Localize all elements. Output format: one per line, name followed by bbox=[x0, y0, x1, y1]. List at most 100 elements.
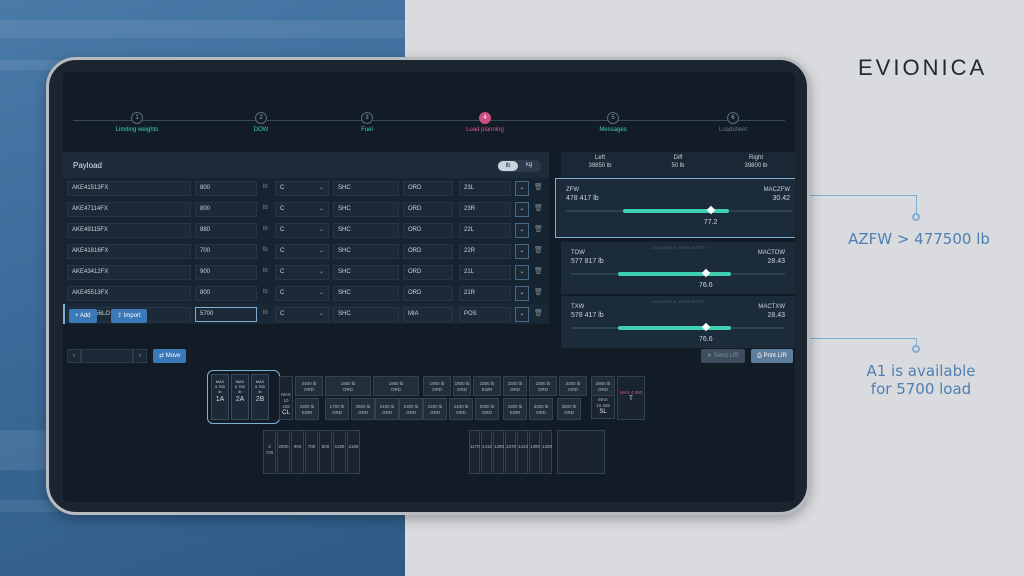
uld-slot[interactable]: 3500 lb ORD bbox=[557, 398, 581, 420]
send-lir-button[interactable]: ➤ Send LIR bbox=[701, 349, 745, 363]
trash-icon[interactable]: 🗑 bbox=[534, 246, 543, 254]
uld-slot[interactable]: 1800 lb ORD bbox=[453, 376, 471, 396]
uld-slot[interactable]: 2400 lb ORD bbox=[375, 398, 399, 420]
position-field[interactable]: 23R bbox=[459, 202, 511, 217]
lower-hold-slot[interactable]: 2 700 bbox=[263, 430, 276, 474]
uld-id-field[interactable]: AKE41816FX bbox=[67, 244, 191, 259]
ba-position[interactable]: MAX 5 760 lb 2A bbox=[231, 374, 249, 420]
uld-slot[interactable]: 2500 lb ORD bbox=[351, 398, 375, 420]
position-dropdown-button[interactable]: ⌄ bbox=[515, 307, 529, 322]
uld-slot[interactable]: 1900 lb ORD bbox=[423, 376, 451, 396]
uld-slot[interactable]: 2100 lb ORD bbox=[449, 398, 473, 420]
step-dow[interactable]: 2 DOW bbox=[221, 112, 301, 133]
step-fuel[interactable]: 3 Fuel bbox=[327, 112, 407, 133]
uld-slot[interactable]: 3300 lb EWR bbox=[503, 398, 527, 420]
shc-field[interactable]: SHC bbox=[333, 223, 399, 238]
position-dropdown-button[interactable]: ⌄ bbox=[515, 286, 529, 301]
uld-t[interactable]: MAX 4 000 T bbox=[617, 376, 645, 420]
lower-hold-slot[interactable]: 800 bbox=[319, 430, 332, 474]
ba-position[interactable]: MAX 5 760 lb 1A bbox=[211, 374, 229, 420]
position-input[interactable] bbox=[81, 349, 133, 363]
trash-icon[interactable]: 🗑 bbox=[534, 183, 543, 191]
class-select[interactable]: C ⌄ bbox=[275, 244, 329, 259]
destination-field[interactable]: ORD bbox=[403, 265, 453, 280]
destination-field[interactable]: ORD bbox=[403, 286, 453, 301]
uld-slot[interactable]: 3300 lb EWR bbox=[473, 376, 501, 396]
step-loadsheet[interactable]: 6 Loadsheet bbox=[693, 112, 773, 133]
uld-slot[interactable]: 3300 lb EWR bbox=[295, 398, 319, 420]
trash-icon[interactable]: 🗑 bbox=[534, 288, 543, 296]
destination-field[interactable]: MIA bbox=[403, 307, 453, 322]
uld-slot[interactable]: 1700 lb ORD bbox=[325, 398, 349, 420]
weight-field[interactable]: 700 bbox=[195, 244, 257, 259]
uld-slot[interactable]: 3300 lb ORD bbox=[529, 376, 557, 396]
lower-hold-slot[interactable]: 1170 bbox=[469, 430, 480, 474]
uld-slot[interactable]: 3300 lb ORD bbox=[559, 376, 587, 396]
class-select[interactable]: C ⌄ bbox=[275, 286, 329, 301]
position-field[interactable]: POS bbox=[459, 307, 511, 322]
position-field[interactable]: 21R bbox=[459, 286, 511, 301]
class-select[interactable]: C ⌄ bbox=[275, 181, 329, 196]
position-dropdown-button[interactable]: ⌄ bbox=[515, 265, 529, 280]
destination-field[interactable]: ORD bbox=[403, 181, 453, 196]
trash-icon[interactable]: 🗑 bbox=[534, 225, 543, 233]
lower-hold-slot[interactable]: 1330 bbox=[541, 430, 552, 474]
weight-field[interactable]: 800 bbox=[195, 286, 257, 301]
uld-slot[interactable]: 1900 lb ORD bbox=[373, 376, 419, 396]
unit-toggle[interactable]: lb kg bbox=[497, 160, 541, 172]
step-limiting-weights[interactable]: 1 Limiting weights bbox=[97, 112, 177, 133]
uld-slot[interactable]: 4400 lb ORD bbox=[295, 376, 323, 396]
uld-slot[interactable]: 2200 lb ORD bbox=[423, 398, 447, 420]
uld-id-field[interactable]: AKE49115FX bbox=[67, 223, 191, 238]
step-load-planning[interactable]: 4 Load planning bbox=[445, 112, 525, 133]
destination-field[interactable]: ORD bbox=[403, 202, 453, 217]
uld-id-field[interactable]: AKE47114FX bbox=[67, 202, 191, 217]
uld-sl[interactable]: MAX 10 426 SL bbox=[591, 395, 615, 419]
uld-slot[interactable]: 2000 lb ORD bbox=[475, 398, 499, 420]
weight-field[interactable]: 900 bbox=[195, 265, 257, 280]
position-dropdown-button[interactable]: ⌄ bbox=[515, 181, 529, 196]
unit-kg[interactable]: kg bbox=[519, 162, 539, 168]
lower-hold-slot[interactable]: 1190 bbox=[347, 430, 360, 474]
lower-hold-slot[interactable]: 1410 bbox=[517, 430, 528, 474]
lower-hold-slot[interactable]: 1370 bbox=[505, 430, 516, 474]
lower-hold-slot[interactable]: 1390 bbox=[493, 430, 504, 474]
position-dropdown-button[interactable]: ⌄ bbox=[515, 202, 529, 217]
lower-hold-slot[interactable]: 1390 bbox=[529, 430, 540, 474]
uld-slot[interactable]: 3300 lb ORD bbox=[503, 376, 527, 396]
trash-icon[interactable]: 🗑 bbox=[534, 204, 543, 212]
uld-id-field[interactable]: AKE45513FX bbox=[67, 286, 191, 301]
class-select[interactable]: C ⌄ bbox=[275, 202, 329, 217]
weight-field[interactable]: 880 bbox=[195, 223, 257, 238]
lower-hold-slot[interactable]: 1190 bbox=[333, 430, 346, 474]
shc-field[interactable]: SHC bbox=[333, 181, 399, 196]
position-field[interactable]: 22R bbox=[459, 244, 511, 259]
position-dropdown-button[interactable]: ⌄ bbox=[515, 223, 529, 238]
position-field[interactable]: 21L bbox=[459, 265, 511, 280]
shc-field[interactable]: SHC bbox=[333, 286, 399, 301]
uld-cl[interactable]: MAX 10 426 CL bbox=[279, 376, 293, 420]
step-messages[interactable]: 5 Messages bbox=[573, 112, 653, 133]
shc-field[interactable]: SHC bbox=[333, 202, 399, 217]
uld-slot[interactable]: 3300 lb ORD bbox=[529, 398, 553, 420]
class-select[interactable]: C ⌄ bbox=[275, 307, 329, 322]
uld-id-field[interactable]: AKE43412FX bbox=[67, 265, 191, 280]
position-field[interactable]: 23L bbox=[459, 181, 511, 196]
position-field[interactable]: 22L bbox=[459, 223, 511, 238]
prev-button[interactable]: ‹ bbox=[67, 349, 81, 363]
uld-slot[interactable]: 1800 lb ORD bbox=[325, 376, 371, 396]
uld-slot[interactable]: 2900 lb ORD bbox=[591, 376, 615, 396]
trash-icon[interactable]: 🗑 bbox=[534, 309, 543, 317]
add-button[interactable]: + Add bbox=[69, 309, 97, 323]
lower-hold-slot[interactable]: 700 bbox=[305, 430, 318, 474]
uld-slot[interactable]: 2300 lb ORD bbox=[399, 398, 423, 420]
shc-field[interactable]: SHC bbox=[333, 265, 399, 280]
weight-field[interactable]: 800 bbox=[195, 202, 257, 217]
next-button[interactable]: › bbox=[133, 349, 147, 363]
class-select[interactable]: C ⌄ bbox=[275, 265, 329, 280]
print-lir-button[interactable]: ⎙ Print LIR bbox=[751, 349, 793, 363]
destination-field[interactable]: ORD bbox=[403, 223, 453, 238]
weight-field[interactable]: 5700 bbox=[195, 307, 257, 322]
position-dropdown-button[interactable]: ⌄ bbox=[515, 244, 529, 259]
shc-field[interactable]: SHC bbox=[333, 244, 399, 259]
